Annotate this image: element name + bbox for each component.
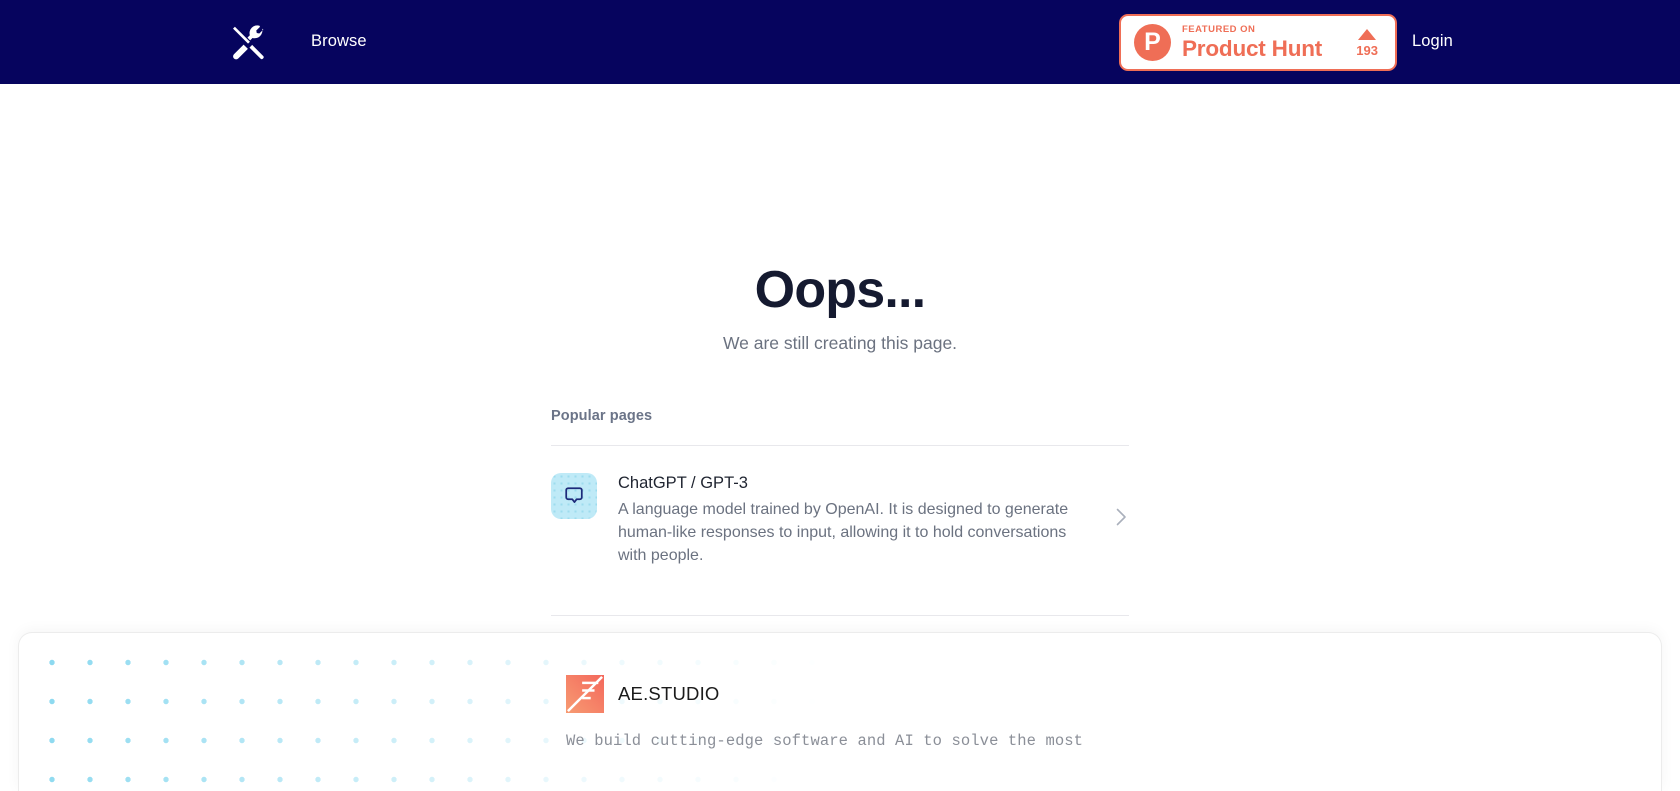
list-item[interactable]: ChatGPT / GPT-3 A language model trained… [551,446,1129,594]
ae-studio-tagline: We build cutting-edge software and AI to… [566,732,1084,750]
divider-bottom [551,615,1129,616]
ae-studio-name: AE.STUDIO [618,683,720,704]
ae-studio-brand[interactable]: AE.STUDIO [566,675,1083,713]
product-hunt-badge[interactable]: P FEATURED ON Product Hunt 193 [1119,14,1397,71]
popular-pages-panel: Popular pages ChatGPT / GPT-3 A language… [551,408,1129,665]
footer-content: AE.STUDIO We build cutting-edge software… [566,675,1083,750]
page-subtitle: We are still creating this page. [722,333,958,353]
popular-pages-label: Popular pages [551,408,653,424]
nav-item-browse[interactable]: Browse [311,32,367,51]
list-item-body: ChatGPT / GPT-3 A language model trained… [618,471,1073,567]
main-content: Oops... We are still creating this page.… [0,84,1680,664]
product-hunt-text: FEATURED ON Product Hunt [1182,24,1322,61]
top-navbar: Browse P FEATURED ON Product Hunt 193 Lo… [0,0,1680,84]
product-hunt-logo-icon: P [1134,24,1171,61]
list-item-title: ChatGPT / GPT-3 [618,474,748,492]
page-title: Oops... [754,261,926,319]
triangle-up-icon [1358,28,1377,40]
product-hunt-upvote-count: 193 [1356,42,1378,58]
list-item-description: A language model trained by OpenAI. It i… [618,501,1069,564]
chat-bubble-icon [551,473,597,519]
product-hunt-name: Product Hunt [1182,36,1323,61]
ae-studio-mark-icon [566,675,604,713]
nav-item-login[interactable]: Login [1412,32,1453,51]
footer-card: AE.STUDIO We build cutting-edge software… [18,632,1662,791]
site-logo[interactable] [228,22,270,64]
tools-wrench-screwdriver-icon [230,24,268,62]
chevron-right-icon [1116,508,1129,530]
product-hunt-featured-label: FEATURED ON [1182,24,1256,35]
product-hunt-upvotes[interactable]: 193 [1356,28,1378,58]
